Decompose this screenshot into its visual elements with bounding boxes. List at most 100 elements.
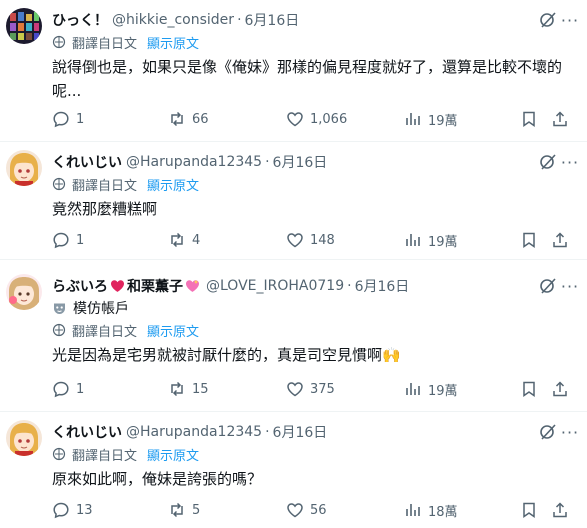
reply-count: 1 bbox=[76, 111, 85, 127]
separator-dot: · bbox=[237, 12, 242, 28]
reply-button[interactable]: 13 bbox=[52, 501, 93, 519]
user-handle[interactable]: @LOVE_IROHA0719 bbox=[206, 278, 344, 294]
show-original-link[interactable]: 顯示原文 bbox=[147, 445, 199, 464]
action-bar: 13 5 56 18萬 bbox=[0, 500, 587, 520]
like-count: 1,066 bbox=[310, 111, 348, 127]
view-count: 18萬 bbox=[428, 504, 458, 520]
display-name-part1[interactable]: らぶいろ bbox=[52, 276, 108, 296]
translation-notice: 翻譯自日文 顯示原文 bbox=[52, 33, 579, 52]
parody-label-text: 模仿帳戶 bbox=[73, 301, 129, 317]
heart-icon bbox=[287, 503, 303, 518]
reply-feed: ひっく！ @hikkie_consider · 6月16日 ··· 翻譯自日文 … bbox=[0, 0, 587, 528]
tweet-text: 竟然那麼糟糕啊 bbox=[52, 200, 158, 218]
translated-label: 翻譯自日文 bbox=[72, 448, 138, 464]
more-options-icon[interactable]: ··· bbox=[561, 10, 579, 30]
tweet-date[interactable]: 6月16日 bbox=[245, 10, 300, 30]
translate-icon bbox=[52, 177, 66, 191]
tweet-date[interactable]: 6月16日 bbox=[273, 422, 328, 442]
tweet-header: くれいじい @Harupanda12345 · 6月16日 bbox=[52, 152, 579, 172]
display-name-part2[interactable]: 和栗薫子 bbox=[127, 276, 183, 296]
user-handle[interactable]: @Harupanda12345 bbox=[126, 424, 262, 440]
reply-icon bbox=[53, 381, 69, 398]
retweet-button[interactable]: 4 bbox=[168, 231, 200, 249]
like-button[interactable]: 148 bbox=[286, 231, 335, 249]
bookmark-button[interactable] bbox=[520, 501, 544, 519]
like-button[interactable]: 56 bbox=[286, 501, 327, 519]
share-icon bbox=[553, 502, 567, 518]
tweet-text: 光是因為是宅男就被討厭什麼的，真是司空見慣啊🙌 bbox=[52, 346, 401, 364]
views-button[interactable]: 18萬 bbox=[404, 501, 458, 520]
tweet-4[interactable]: くれいじい @Harupanda12345 · 6月16日 ··· 翻譯自日文 … bbox=[0, 412, 587, 528]
bookmark-button[interactable] bbox=[520, 110, 544, 128]
translation-notice: 翻譯自日文 顯示原文 bbox=[52, 175, 579, 194]
action-bar: 1 15 375 19萬 bbox=[0, 379, 587, 399]
share-icon bbox=[553, 381, 567, 397]
avatar[interactable] bbox=[6, 274, 42, 310]
bookmark-button[interactable] bbox=[520, 231, 544, 249]
action-bar: 1 4 148 19萬 bbox=[0, 230, 587, 250]
reply-button[interactable]: 1 bbox=[52, 110, 84, 128]
reply-count: 1 bbox=[76, 232, 85, 248]
views-button[interactable]: 19萬 bbox=[404, 231, 458, 250]
share-button[interactable] bbox=[551, 110, 575, 128]
reply-icon bbox=[53, 502, 69, 519]
translation-notice: 翻譯自日文 顯示原文 bbox=[52, 445, 579, 464]
view-count: 19萬 bbox=[428, 234, 458, 250]
sparkling-heart-icon bbox=[186, 280, 199, 292]
retweet-icon bbox=[171, 502, 183, 518]
views-button[interactable]: 19萬 bbox=[404, 110, 458, 129]
tweet-date[interactable]: 6月16日 bbox=[355, 276, 410, 296]
views-button[interactable]: 19萬 bbox=[404, 380, 458, 399]
translated-label: 翻譯自日文 bbox=[72, 178, 138, 194]
grok-icon[interactable] bbox=[539, 153, 557, 171]
display-name[interactable]: くれいじい bbox=[52, 152, 122, 172]
reply-button[interactable]: 1 bbox=[52, 380, 84, 398]
tweet-header: くれいじい @Harupanda12345 · 6月16日 bbox=[52, 422, 579, 442]
like-button[interactable]: 375 bbox=[286, 380, 335, 398]
show-original-link[interactable]: 顯示原文 bbox=[147, 175, 199, 194]
grok-icon[interactable] bbox=[539, 277, 557, 295]
heart-icon bbox=[287, 382, 303, 397]
like-button[interactable]: 1,066 bbox=[286, 110, 347, 128]
share-button[interactable] bbox=[551, 501, 575, 519]
reply-button[interactable]: 1 bbox=[52, 231, 84, 249]
heart-icon bbox=[287, 112, 303, 127]
more-options-icon[interactable]: ··· bbox=[561, 276, 579, 296]
separator-dot: · bbox=[347, 278, 352, 294]
view-count: 19萬 bbox=[428, 383, 458, 399]
avatar[interactable] bbox=[6, 8, 42, 44]
user-handle[interactable]: @Harupanda12345 bbox=[126, 154, 262, 170]
show-original-link[interactable]: 顯示原文 bbox=[147, 321, 199, 340]
views-chart-icon bbox=[406, 504, 420, 516]
avatar[interactable] bbox=[6, 420, 42, 456]
like-count: 56 bbox=[310, 502, 327, 518]
retweet-count: 66 bbox=[192, 111, 209, 127]
retweet-button[interactable]: 5 bbox=[168, 501, 200, 519]
retweet-count: 4 bbox=[192, 232, 201, 248]
tweet-3[interactable]: らぶいろ 和栗薫子 @LOVE_IROHA0719 · 6月16日 ··· 模仿… bbox=[0, 260, 587, 412]
separator-dot: · bbox=[265, 154, 270, 170]
mask-icon bbox=[54, 303, 65, 314]
share-button[interactable] bbox=[551, 231, 575, 249]
tweet-date[interactable]: 6月16日 bbox=[273, 152, 328, 172]
retweet-button[interactable]: 15 bbox=[168, 380, 209, 398]
grok-icon[interactable] bbox=[539, 423, 557, 441]
share-button[interactable] bbox=[551, 380, 575, 398]
bookmark-icon bbox=[523, 232, 535, 248]
retweet-icon bbox=[171, 232, 183, 248]
more-options-icon[interactable]: ··· bbox=[561, 152, 579, 172]
grok-icon[interactable] bbox=[539, 11, 557, 29]
retweet-icon bbox=[171, 111, 183, 127]
more-options-icon[interactable]: ··· bbox=[561, 422, 579, 442]
tweet-header: らぶいろ 和栗薫子 @LOVE_IROHA0719 · 6月16日 bbox=[52, 276, 579, 296]
user-handle[interactable]: @hikkie_consider bbox=[112, 12, 234, 28]
tweet-1[interactable]: ひっく！ @hikkie_consider · 6月16日 ··· 翻譯自日文 … bbox=[0, 0, 587, 142]
retweet-button[interactable]: 66 bbox=[168, 110, 209, 128]
bookmark-button[interactable] bbox=[520, 380, 544, 398]
display-name[interactable]: ひっく！ bbox=[52, 10, 108, 30]
display-name[interactable]: くれいじい bbox=[52, 422, 122, 442]
show-original-link[interactable]: 顯示原文 bbox=[147, 33, 199, 52]
translation-notice: 翻譯自日文 顯示原文 bbox=[52, 321, 579, 340]
tweet-2[interactable]: くれいじい @Harupanda12345 · 6月16日 ··· 翻譯自日文 … bbox=[0, 142, 587, 260]
avatar[interactable] bbox=[6, 150, 42, 186]
